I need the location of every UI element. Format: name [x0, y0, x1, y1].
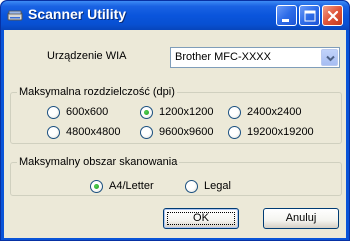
radio-indicator [140, 126, 153, 139]
maximize-icon [304, 10, 316, 22]
radio-label: A4/Letter [109, 180, 154, 192]
minimize-icon [282, 19, 289, 22]
radio-indicator [228, 126, 241, 139]
device-label: Urządzenie WIA [47, 50, 127, 62]
radio-label: 9600x9600 [159, 126, 214, 138]
cancel-button[interactable]: Anuluj [263, 208, 339, 229]
dialog-window: Scanner Utility Urządzenie WIA Brother M… [0, 0, 350, 241]
device-select-value: Brother MFC-XXXX [175, 51, 271, 63]
maximize-button[interactable] [299, 5, 320, 26]
radio-label: 1200x1200 [159, 106, 214, 118]
resolution-group-title: Maksymalna rozdzielczość (dpi) [17, 86, 177, 98]
radio-indicator [47, 126, 60, 139]
radio-indicator [228, 106, 241, 119]
minimize-button[interactable] [276, 5, 297, 26]
radio-label: 600x600 [66, 106, 109, 118]
chevron-down-icon [326, 55, 335, 62]
radio-indicator-selected [140, 106, 153, 119]
radio-label: 19200x19200 [247, 126, 314, 138]
ok-button[interactable]: OK [163, 208, 239, 229]
dialog-body: Urządzenie WIA Brother MFC-XXXX Maksymal… [4, 30, 346, 238]
radio-label: Legal [204, 180, 231, 192]
focus-rect [167, 212, 235, 225]
device-select[interactable]: Brother MFC-XXXX [170, 47, 340, 68]
radio-indicator [185, 180, 198, 193]
scan-area-group-title: Maksymalny obszar skanowania [17, 156, 180, 168]
radio-label: 2400x2400 [247, 106, 302, 118]
radio-indicator [47, 106, 60, 119]
scan-area-group: Maksymalny obszar skanowania [10, 156, 342, 196]
scanner-app-icon [7, 7, 23, 23]
title-bar[interactable]: Scanner Utility [1, 1, 349, 30]
cancel-button-label: Anuluj [285, 212, 317, 224]
close-icon [327, 10, 339, 22]
window-title: Scanner Utility [28, 6, 127, 22]
dropdown-button[interactable] [321, 49, 338, 66]
radio-indicator-selected [90, 180, 103, 193]
radio-label: 4800x4800 [66, 126, 121, 138]
close-button[interactable] [322, 5, 343, 26]
